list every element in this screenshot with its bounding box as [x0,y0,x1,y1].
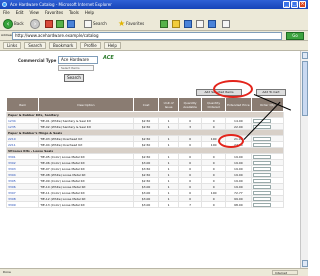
col-qty-ordered[interactable]: Quantity Ordered [201,97,226,112]
page-content: Commercial Type Ace Hardware ACE Select … [0,51,300,268]
brand-logo: ACE [103,55,114,61]
item-qty-ordered: 0 [201,201,226,208]
links-label: Links [3,42,22,49]
col-cost[interactable]: Cost [132,97,160,112]
filter-label: Commercial Type [18,58,57,63]
forward-button[interactable]: › [30,18,40,29]
order-qty-input[interactable] [252,166,271,171]
window-titlebar: Ace Hardware Catalog - Microsoft Interne… [0,0,308,9]
order-qty-input[interactable] [252,160,271,165]
order-qty-input[interactable] [252,184,271,189]
mail-icon [184,19,192,28]
scroll-thumb[interactable] [302,61,308,116]
address-input[interactable]: http://www.acehardware.example/catalog [12,32,282,40]
catalog-search-button[interactable]: Search [64,74,84,82]
commercial-type-select[interactable]: Ace Hardware [58,56,98,64]
link-profile[interactable]: Profile [80,42,101,49]
link-help[interactable]: Help [103,42,121,49]
messenger-icon [222,19,230,28]
status-text: Done [3,270,11,274]
order-qty-input[interactable] [252,136,271,141]
refresh-icon [56,19,64,28]
favorites-button[interactable]: ★ Favorites [118,18,144,29]
vertical-scrollbar[interactable] [300,51,308,268]
window-controls: _ □ × [283,1,306,8]
printer-icon [196,19,204,28]
go-button[interactable]: Go [286,32,304,40]
close-button[interactable]: × [299,1,306,8]
home-icon [67,19,75,28]
table-row: 3309 TIE-13 (Color) Loose Metal Kit $3.00 1… [5,201,285,208]
forward-arrow-icon: › [30,18,40,29]
order-qty-input[interactable] [252,172,271,177]
menu-edit[interactable]: Edit [16,9,24,16]
internet-explorer-icon [2,2,7,7]
col-description[interactable]: Description [38,97,134,112]
item-qty-available: 7 [177,201,203,208]
scroll-down-icon[interactable] [302,260,308,267]
back-button[interactable]: ‹ Back [3,18,24,29]
maximize-button[interactable]: □ [291,1,298,8]
window-title: Ace Hardware Catalog - Microsoft Interne… [10,2,112,7]
messenger-button[interactable] [222,18,230,29]
stop-icon [45,19,53,28]
order-qty-cell [250,201,285,208]
select-items-field[interactable]: Select Items [58,65,94,71]
history-button[interactable] [172,18,180,29]
scroll-up-icon[interactable] [302,52,308,59]
star-icon: ★ [118,19,126,28]
home-button[interactable] [67,18,75,29]
col-extended-price[interactable]: Extended Price [224,97,252,112]
menu-tools[interactable]: Tools [69,9,79,16]
item-unit-of-issue: 1 [158,201,179,208]
history-icon [172,19,180,28]
media-button[interactable] [160,18,168,29]
col-qty-available[interactable]: Quantity Available [177,97,203,112]
print-button[interactable] [196,18,204,29]
item-extended-price: 98.00 [224,201,252,208]
menu-bar: File Edit View Favorites Tools Help [0,9,308,16]
link-bookmark[interactable]: Bookmark [49,42,78,49]
refresh-button[interactable] [56,18,64,29]
order-qty-input[interactable] [252,190,271,195]
annotation-circle-add-selected [213,80,253,98]
media-icon [160,19,168,28]
search-button[interactable]: Search [84,18,107,29]
search-icon [84,19,92,28]
order-qty-input[interactable] [252,202,271,207]
address-bar: Address http://www.acehardware.example/c… [0,31,308,41]
back-arrow-icon: ‹ [3,18,13,29]
catalog-table: Item Description Cost Unit of Issue Quan… [5,97,285,208]
item-description: TIE-13 (Color) Loose Metal Kit [38,201,134,208]
toolbar: ‹ Back › Search ★ Favorites [0,16,308,31]
col-item[interactable]: Item [5,97,40,112]
link-search[interactable]: Search [24,42,47,49]
menu-file[interactable]: File [3,9,10,16]
stop-button[interactable] [45,18,53,29]
order-qty-input[interactable] [252,178,271,183]
col-unit-of-issue[interactable]: Unit of Issue [158,97,179,112]
security-zone: Internet [272,270,298,275]
edit-button[interactable] [208,18,216,29]
edit-icon [208,19,216,28]
item-link[interactable]: 3309 [5,201,40,208]
annotation-circle-quantity [218,134,244,148]
links-bar: Links Search Bookmark Profile Help [0,41,308,51]
order-qty-input[interactable] [252,154,271,159]
table-header-row: Item Description Cost Unit of Issue Quan… [5,97,285,112]
mail-button[interactable] [184,18,192,29]
order-qty-input[interactable] [252,196,271,201]
menu-favorites[interactable]: Favorites [45,9,63,16]
order-qty-input[interactable] [252,142,271,147]
item-cost: $3.00 [132,201,160,208]
minimize-button[interactable]: _ [283,1,290,8]
menu-view[interactable]: View [29,9,39,16]
status-bar: Done Internet [0,268,308,276]
add-to-cart-button[interactable]: Add To Cart [256,89,286,96]
menu-help[interactable]: Help [85,9,94,16]
